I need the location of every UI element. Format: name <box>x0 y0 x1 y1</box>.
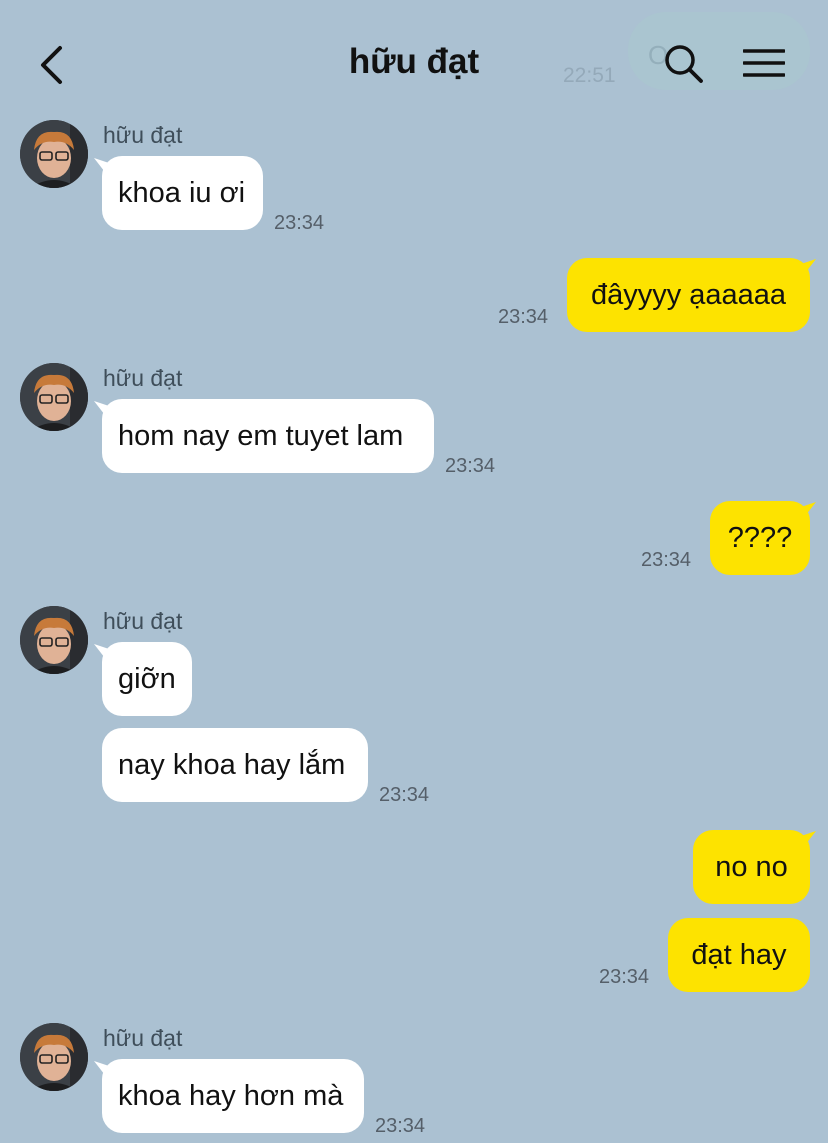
message-text: ???? <box>727 521 793 554</box>
hamburger-menu-icon <box>742 49 786 77</box>
message-time: 23:34 <box>599 966 650 988</box>
message-text: khoa hay hơn mà <box>118 1079 344 1112</box>
message-bubble[interactable]: giỡn <box>102 642 192 716</box>
avatar[interactable] <box>20 606 88 674</box>
sender-name: hữu đạt <box>103 122 183 148</box>
message-bubble[interactable]: đạt hay <box>668 918 810 992</box>
menu-button[interactable] <box>742 46 786 82</box>
message-text: hom nay em tuyet lam <box>118 419 404 452</box>
chat-header: O 22:51 hữu đạt <box>0 0 828 110</box>
message-bubble[interactable]: khoa hay hơn mà <box>102 1059 364 1133</box>
message-text: đâyyyy ạaaaaa <box>590 278 787 311</box>
message-text: no no <box>715 850 788 883</box>
message-text: khoa iu ơi <box>118 176 246 209</box>
sender-name: hữu đạt <box>103 1025 183 1051</box>
message-text: giỡn <box>118 662 176 695</box>
sender-name: hữu đạt <box>103 365 183 391</box>
avatar[interactable] <box>20 1023 88 1091</box>
avatar[interactable] <box>20 363 88 431</box>
message-time: 23:34 <box>379 784 430 806</box>
message-bubble[interactable]: ???? <box>710 501 810 575</box>
message-text: đạt hay <box>691 938 787 971</box>
message-bubble[interactable]: no no <box>693 830 810 904</box>
message-text: nay khoa hay lắm <box>118 748 346 781</box>
search-button[interactable] <box>662 42 704 84</box>
avatar[interactable] <box>20 120 88 188</box>
message-time: 23:34 <box>498 306 549 328</box>
sender-name: hữu đạt <box>103 608 183 634</box>
message-bubble[interactable]: đâyyyy ạaaaaa <box>567 258 810 332</box>
message-bubble[interactable]: nay khoa hay lắm <box>102 728 368 802</box>
message-bubble[interactable]: hom nay em tuyet lam <box>102 399 434 473</box>
message-time: 23:34 <box>641 549 692 571</box>
message-time: 23:34 <box>274 212 325 234</box>
search-icon <box>665 45 703 83</box>
chat-screen: O 22:51 hữu đạt hữu đạt khoa iu ơi 23:34… <box>0 0 828 1143</box>
message-time: 23:34 <box>375 1115 426 1137</box>
message-time: 23:34 <box>445 455 496 477</box>
message-bubble[interactable]: khoa iu ơi <box>102 156 263 230</box>
